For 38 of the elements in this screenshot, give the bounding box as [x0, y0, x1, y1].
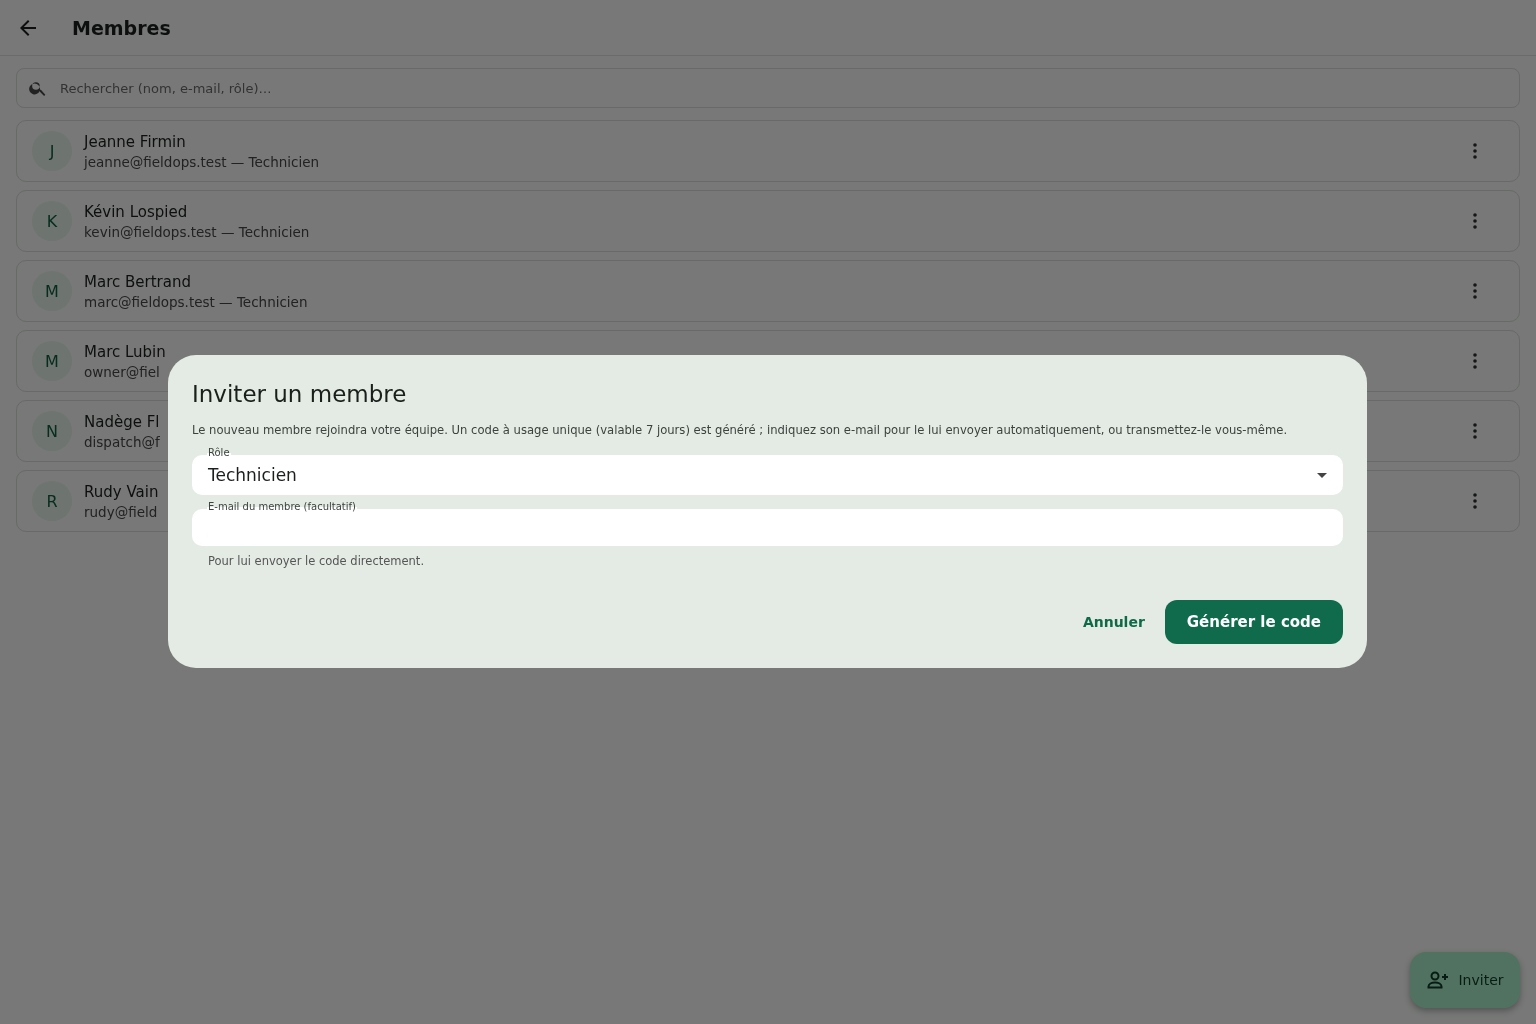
member-name: Marc Bertrand	[84, 272, 191, 291]
search-field[interactable]: Rechercher (nom, e-mail, rôle)…	[16, 68, 1520, 108]
member-name: Rudy Vain	[84, 482, 159, 501]
field-label: Rôle	[207, 447, 231, 459]
role-dropdown[interactable]: Technicien	[192, 455, 1343, 495]
generate-code-button[interactable]: Générer le code	[1164, 600, 1343, 644]
member-details: dispatch@f	[84, 433, 160, 450]
dropdown-caret-icon	[1317, 472, 1327, 478]
avatar: N	[32, 411, 72, 451]
more-options-icon[interactable]	[1473, 423, 1477, 439]
member-name: Jeanne Firmin	[84, 132, 186, 151]
avatar: M	[32, 271, 72, 311]
helper-text: Pour lui envoyer le code directement.	[208, 554, 426, 568]
member-details: marc@fieldops.test — Technicien	[84, 293, 308, 310]
dialog-description: Le nouveau membre rejoindra votre équipe. Un code à usage unique (valable 7 jours) est généré ; indiquez son e-mail pour le lui envoyer automatiquement, ou transmettez-le vous-même.	[192, 423, 1289, 437]
avatar: M	[32, 341, 72, 381]
avatar: R	[32, 481, 72, 521]
more-options-icon[interactable]	[1473, 493, 1477, 509]
more-options-icon[interactable]	[1473, 353, 1477, 369]
invite-button[interactable]: Inviter	[1410, 952, 1520, 1008]
avatar: J	[32, 131, 72, 171]
more-options-icon[interactable]	[1473, 283, 1477, 299]
member-details: jeanne@fieldops.test — Technicien	[84, 153, 320, 170]
page-title: Membres	[72, 16, 171, 39]
member-card[interactable]: K Kévin Lospied kevin@fieldops.test — Technicien	[16, 190, 1520, 252]
more-options-icon[interactable]	[1473, 213, 1477, 229]
member-details: rudy@field	[84, 503, 158, 520]
member-name: Kévin Lospied	[84, 202, 188, 221]
avatar: K	[32, 201, 72, 241]
cancel-button[interactable]: Annuler	[1074, 600, 1153, 644]
member-details: kevin@fieldops.test — Technicien	[84, 223, 310, 240]
member-name: Marc Lubin	[84, 342, 166, 361]
member-details: owner@fiel	[84, 363, 160, 380]
member-name: Nadège Fl	[84, 412, 160, 431]
more-options-icon[interactable]	[1473, 143, 1477, 159]
field-label: E-mail du membre (facultatif)	[207, 501, 357, 513]
member-card[interactable]: J Jeanne Firmin jeanne@fieldops.test — Technicien	[16, 120, 1520, 182]
member-card[interactable]: M Marc Bertrand marc@fieldops.test — Technicien	[16, 260, 1520, 322]
